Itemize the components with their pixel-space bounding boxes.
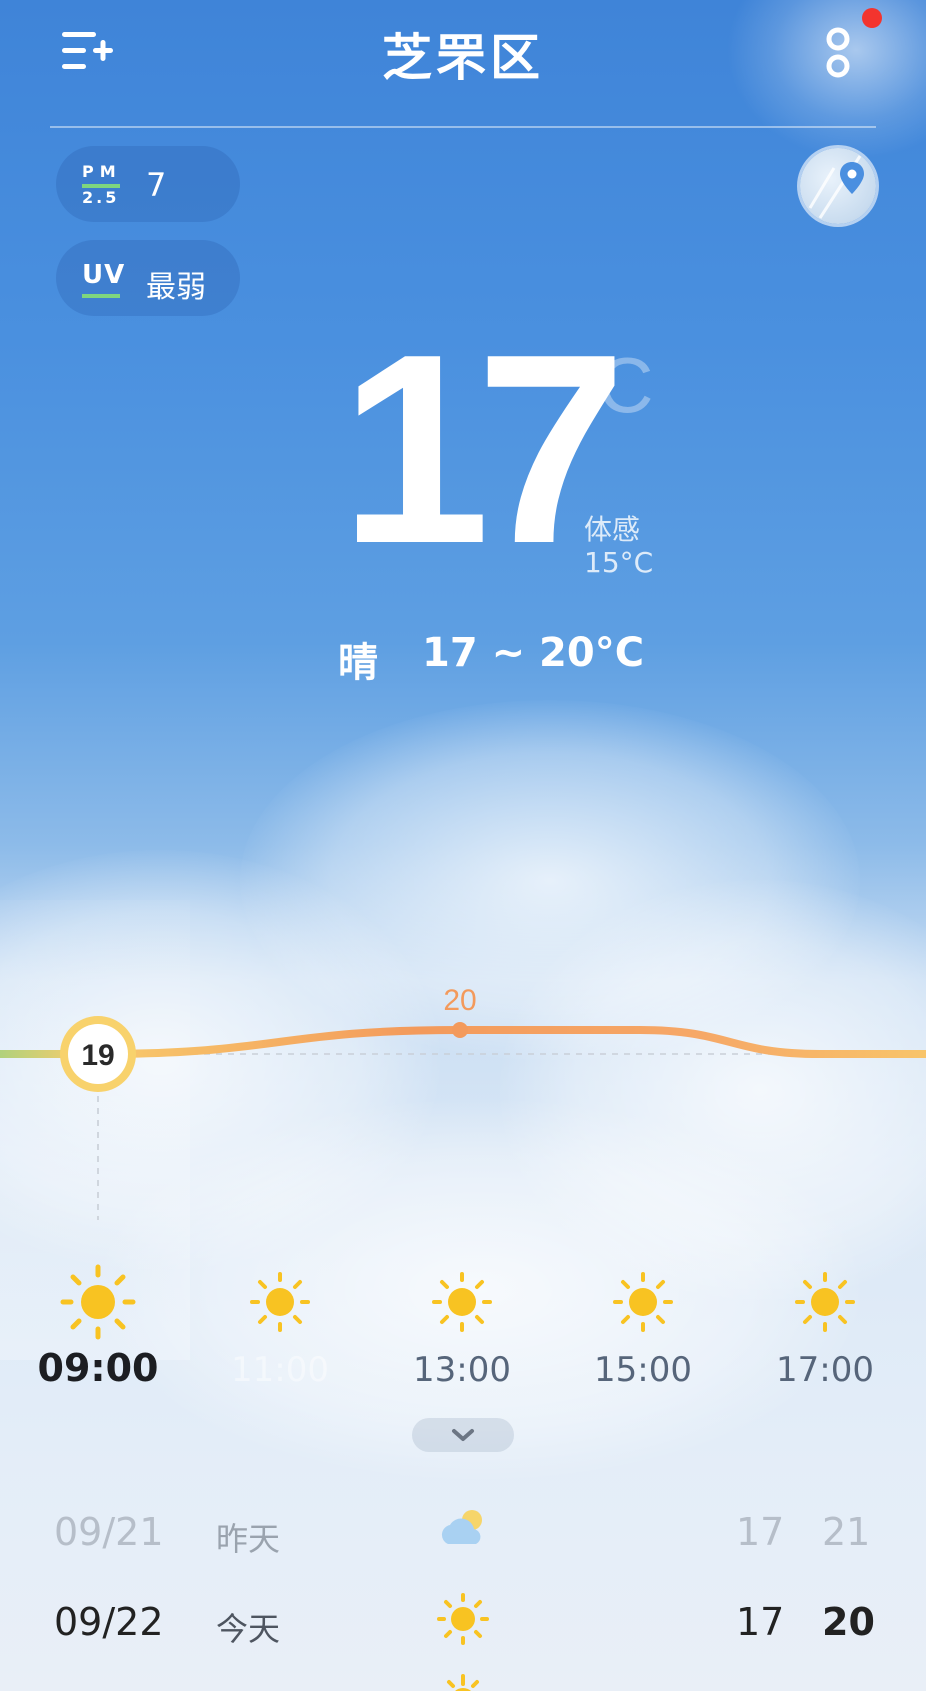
feels-like-value: 15°C	[584, 546, 654, 579]
daily-day-name: 昨天	[216, 1520, 281, 1558]
hour-item[interactable]: 13:00	[382, 1262, 542, 1390]
hour-item[interactable]: 11:00	[200, 1262, 360, 1390]
sun-icon	[437, 1593, 489, 1645]
hour-time: 13:00	[413, 1350, 511, 1390]
pm-label-bottom: 2.5	[82, 188, 120, 207]
uv-pill[interactable]: UV 最弱	[56, 240, 240, 316]
hour-time: 15:00	[594, 1350, 692, 1390]
weather-app: 芝罘区 PM 2.5 7 UV 最弱 17 °C 体感 15°C 晴 17 ~ …	[0, 0, 926, 1691]
more-vertical-icon[interactable]	[822, 26, 854, 82]
expand-forecast-button[interactable]	[412, 1418, 514, 1452]
sun-icon	[795, 1272, 855, 1332]
hour-item[interactable]: 09:00	[18, 1262, 178, 1390]
hour-time: 17:00	[776, 1350, 874, 1390]
daily-high: 20	[822, 1600, 875, 1644]
map-button[interactable]	[800, 148, 876, 224]
weather-condition: 晴	[338, 640, 378, 686]
hour-time: 09:00	[37, 1346, 159, 1390]
pm25-pill[interactable]: PM 2.5 7	[56, 146, 240, 222]
daily-row-today[interactable]: 09/22 今天 17 20	[0, 1586, 926, 1666]
current-temperature-label: 19	[81, 1039, 114, 1072]
daily-high: 21	[822, 1510, 871, 1554]
peak-temperature-label: 20	[443, 984, 476, 1017]
daily-date: 09/22	[54, 1600, 164, 1644]
notification-dot	[862, 8, 882, 28]
hour-time: 11:00	[231, 1350, 329, 1390]
daily-low: 17	[736, 1510, 785, 1554]
hour-item[interactable]: 15:00	[563, 1262, 723, 1390]
current-temperature: 17	[340, 299, 626, 600]
daily-day-name: 今天	[216, 1610, 281, 1648]
sun-icon	[447, 1674, 479, 1691]
location-pin-icon	[808, 155, 864, 219]
peak-point	[452, 1022, 468, 1038]
sun-icon	[60, 1264, 136, 1340]
daily-row-yesterday[interactable]: 09/21 昨天 17 21	[0, 1496, 926, 1576]
city-title: 芝罘区	[382, 29, 544, 87]
uv-label-line	[82, 294, 120, 298]
pm25-value: 7	[146, 166, 167, 204]
sun-icon	[613, 1272, 673, 1332]
daily-date: 09/21	[54, 1510, 164, 1554]
sun-icon	[432, 1272, 492, 1332]
uv-value: 最弱	[146, 270, 206, 305]
temperature-unit: °C	[566, 341, 654, 429]
chevron-down-icon	[452, 1429, 474, 1441]
hour-item[interactable]: 17:00	[745, 1262, 905, 1390]
hourly-temperature-chart: 20 19	[0, 984, 926, 1220]
temperature-range: 17 ~ 20°C	[422, 630, 645, 676]
uv-label: UV	[82, 260, 126, 290]
pm-label-top: PM	[82, 162, 122, 181]
daily-low: 17	[736, 1600, 785, 1644]
feels-like-label: 体感	[584, 513, 641, 546]
header-divider	[50, 126, 876, 128]
partly-cloudy-icon	[441, 1510, 482, 1544]
sun-icon	[250, 1272, 310, 1332]
